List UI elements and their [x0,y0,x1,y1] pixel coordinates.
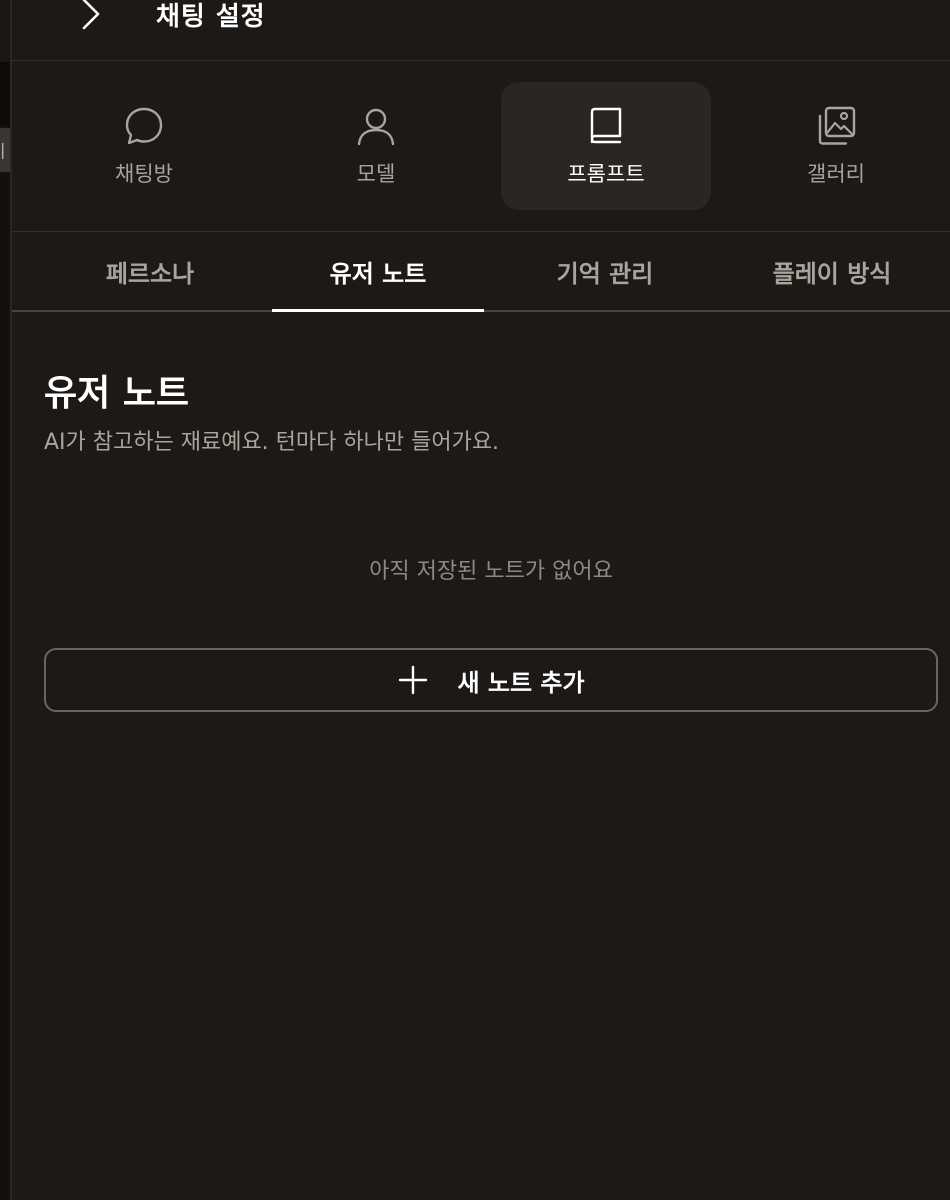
nav-item-label: 프롬프트 [567,162,645,186]
chat-settings-panel: 채팅 설정 채팅방 모델 프롬프트 갤러리 페르소나 유저 노트 기억 관리 플… [12,0,950,1200]
tab-play-style[interactable]: 플레이 방식 [726,232,938,310]
panel-header: 채팅 설정 [12,0,950,61]
collapse-panel-button[interactable] [76,0,106,34]
add-note-button[interactable]: 새 노트 추가 [44,648,938,712]
nav-item-label: 갤러리 [807,162,865,186]
underlying-tag: |( [0,128,10,172]
chevron-right-icon [82,0,100,30]
nav-item-prompt[interactable]: 프롬프트 [501,82,711,210]
tab-memory[interactable]: 기억 관리 [499,232,711,310]
empty-state-message: 아직 저장된 노트가 없어요 [369,559,613,584]
section-description: AI가 참고하는 재료예요. 턴마다 하나만 들어가요. [44,430,500,455]
tab-user-note[interactable]: 유저 노트 [272,232,484,312]
section-title: 유저 노트 [44,373,190,414]
nav-item-label: 채팅방 [115,162,173,186]
nav-item-gallery[interactable]: 갤러리 [731,82,941,210]
settings-category-nav: 채팅방 모델 프롬프트 갤러리 [12,62,950,232]
plus-icon [397,664,429,696]
tab-persona[interactable]: 페르소나 [44,232,256,310]
book-icon [584,104,628,148]
nav-item-label: 모델 [356,162,396,186]
nav-item-chatroom[interactable]: 채팅방 [39,82,249,210]
nav-item-model[interactable]: 모델 [271,82,481,210]
add-note-label: 새 노트 추가 [457,668,585,697]
gallery-icon [814,104,858,148]
chat-bubble-icon [122,104,166,148]
panel-title: 채팅 설정 [156,2,266,32]
page: |( 채팅 설정 채팅방 [0,0,950,1200]
user-icon [354,104,398,148]
prompt-tabs: 페르소나 유저 노트 기억 관리 플레이 방식 [12,232,950,312]
